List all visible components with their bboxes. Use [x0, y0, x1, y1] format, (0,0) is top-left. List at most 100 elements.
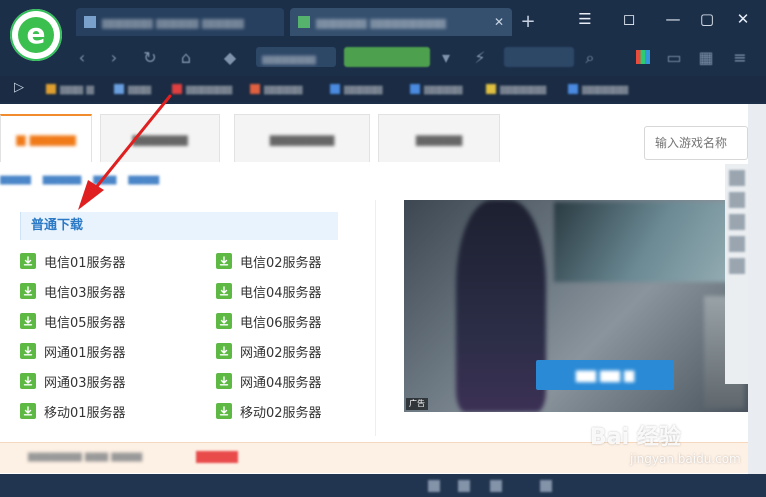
download-header-label: 普通下载 [31, 218, 84, 233]
download-icon [20, 343, 36, 359]
server-download-link[interactable]: 网通02服务器 [216, 342, 322, 361]
server-download-link[interactable]: 网通04服务器 [216, 372, 322, 391]
address-bar[interactable]: ▆▆▆▆▆▆▆ [256, 47, 336, 67]
download-icon [216, 253, 232, 269]
browser-logo[interactable]: e [10, 9, 62, 61]
bookmark-item[interactable]: ▆▆▆ ▆ [46, 82, 94, 96]
tab-close-icon[interactable]: ✕ [494, 15, 504, 29]
server-download-link[interactable]: 移动01服务器 [20, 402, 126, 421]
tab-favicon-icon [298, 16, 310, 28]
dropdown-icon[interactable]: ▾ [436, 48, 456, 68]
advertisement-image[interactable]: ▆▆ ▆▆ ▆ 广告 [404, 200, 748, 412]
download-icon [216, 283, 232, 299]
tab-title-blurred: ▆▆▆▆▆▆ ▆▆▆▆▆ ▆▆▆▆▆ [102, 15, 245, 29]
more-icon[interactable]: ≡ [730, 48, 750, 68]
notice-highlight-blurred [196, 451, 238, 463]
watermark-logo-text: Bai 经验 [590, 425, 681, 450]
server-label: 网通04服务器 [240, 375, 322, 391]
lightning-icon[interactable]: ⚡ [470, 48, 490, 68]
apps-icon[interactable] [636, 50, 650, 64]
tab-category-3[interactable]: ▆▆▆▆▆▆▆ [234, 114, 370, 162]
maximize-icon[interactable]: ▢ [694, 8, 720, 30]
server-download-link[interactable]: 电信04服务器 [216, 282, 322, 301]
bookmark-item[interactable]: ▆▆▆▆▆▆ [568, 82, 628, 96]
game-search-input[interactable] [644, 126, 748, 160]
side-tool-icon[interactable] [728, 170, 745, 186]
server-download-link[interactable]: 网通01服务器 [20, 342, 126, 361]
server-download-link[interactable]: 电信01服务器 [20, 252, 126, 271]
tab-active-category[interactable]: ▆ ▆▆▆▆▆ [0, 114, 92, 162]
watermark-url: jingyan.baidu.com [630, 452, 741, 466]
status-icon[interactable] [428, 480, 440, 492]
shield-icon[interactable]: ◆ [220, 48, 240, 68]
baidu-jingyan-watermark: Bai 经验 jingyan.baidu.com [590, 424, 760, 484]
side-tool-icon[interactable] [728, 192, 745, 208]
status-icon[interactable] [540, 480, 552, 492]
tab-category-4[interactable]: ▆▆▆▆▆ [378, 114, 500, 162]
download-icon [20, 313, 36, 329]
server-download-link[interactable]: 电信06服务器 [216, 312, 322, 331]
browser-chrome: e ▆▆▆▆▆▆ ▆▆▆▆▆ ▆▆▆▆▆ ▆▆▆▆▆▆ ▆▆▆▆▆▆▆▆▆ ✕ … [0, 0, 766, 104]
home-icon[interactable]: ⌂ [176, 48, 196, 68]
search-icon[interactable]: ⌕ [580, 48, 600, 68]
tab-favicon-icon [84, 16, 96, 28]
ad-cta-button[interactable]: ▆▆ ▆▆ ▆ [536, 360, 674, 390]
menu-icon[interactable]: ☰ [572, 8, 598, 30]
server-label: 网通02服务器 [240, 345, 322, 361]
status-icon[interactable] [490, 480, 502, 492]
game-category-tabs: ▆ ▆▆▆▆▆ ▆▆▆▆▆▆ ▆▆▆▆▆▆▆ ▆▆▆▆▆ [0, 114, 748, 166]
server-label: 移动01服务器 [44, 405, 126, 421]
download-icon [216, 373, 232, 389]
download-section-header: 普通下载 [20, 212, 338, 240]
bookmark-item[interactable]: ▆▆▆▆▆ [250, 82, 302, 96]
address-badge-blurred[interactable] [344, 47, 430, 67]
download-icon [216, 403, 232, 419]
download-icon [20, 373, 36, 389]
download-icon [20, 253, 36, 269]
side-tool-icon[interactable] [728, 236, 745, 252]
bookmarks-expand-icon[interactable]: ▷ [14, 80, 24, 95]
tab-category-2[interactable]: ▆▆▆▆▆▆ [100, 114, 220, 162]
download-icon [216, 313, 232, 329]
server-download-link[interactable]: 网通03服务器 [20, 372, 126, 391]
browser-tab-1[interactable]: ▆▆▆▆▆▆ ▆▆▆▆▆ ▆▆▆▆▆ [76, 8, 284, 36]
ad-background-blurred [554, 202, 748, 282]
bookmark-item[interactable]: ▆▆▆▆▆▆ [486, 82, 546, 96]
ad-character-blurred [456, 200, 546, 412]
server-download-link[interactable]: 电信03服务器 [20, 282, 126, 301]
server-label: 移动02服务器 [240, 405, 322, 421]
bookmarks-bar: ▷ ▆▆▆ ▆ ▆▆▆ ▆▆▆▆▆▆ ▆▆▆▆▆ ▆▆▆▆▆ ▆▆▆▆▆ ▆▆▆… [0, 76, 766, 102]
skin-icon[interactable]: ◻ [616, 8, 642, 30]
server-label: 电信04服务器 [240, 285, 322, 301]
new-tab-icon[interactable]: + [518, 12, 538, 32]
server-label: 电信06服务器 [240, 315, 322, 331]
refresh-icon[interactable]: ↻ [140, 48, 160, 68]
close-window-icon[interactable]: ✕ [730, 8, 756, 30]
side-tool-icon[interactable] [728, 258, 745, 274]
download-icon [216, 343, 232, 359]
bookmark-item[interactable]: ▆▆▆▆▆ [330, 82, 382, 96]
screen-icon[interactable]: ▭ [664, 48, 684, 68]
side-toolbar [725, 164, 748, 384]
bookmark-item[interactable]: ▆▆▆ [114, 82, 151, 96]
server-label: 电信02服务器 [240, 255, 322, 271]
server-download-link[interactable]: 电信02服务器 [216, 252, 322, 271]
server-download-link[interactable]: 电信05服务器 [20, 312, 126, 331]
back-icon[interactable]: ‹ [72, 48, 92, 68]
bookmark-item[interactable]: ▆▆▆▆▆▆ [172, 82, 232, 96]
server-label: 网通03服务器 [44, 375, 126, 391]
server-label: 电信05服务器 [44, 315, 126, 331]
search-box-blurred[interactable] [504, 47, 574, 67]
browser-tab-2-active[interactable]: ▆▆▆▆▆▆ ▆▆▆▆▆▆▆▆▆ ✕ [290, 8, 512, 36]
status-icon[interactable] [458, 480, 470, 492]
forward-icon[interactable]: › [104, 48, 124, 68]
filter-links-blurred: ▆▆▆▆ ▆▆▆▆▆ ▆▆▆ ▆▆▆▆ [0, 174, 160, 185]
tab-title-blurred: ▆▆▆▆▆▆ ▆▆▆▆▆▆▆▆▆ [316, 15, 447, 29]
ad-tag-label: 广告 [406, 398, 428, 410]
server-download-link[interactable]: 移动02服务器 [216, 402, 322, 421]
minimize-icon[interactable]: — [660, 8, 686, 30]
side-tool-icon[interactable] [728, 214, 745, 230]
grid-icon[interactable]: ▦ [696, 48, 716, 68]
bookmark-item[interactable]: ▆▆▆▆▆ [410, 82, 462, 96]
download-icon [20, 403, 36, 419]
